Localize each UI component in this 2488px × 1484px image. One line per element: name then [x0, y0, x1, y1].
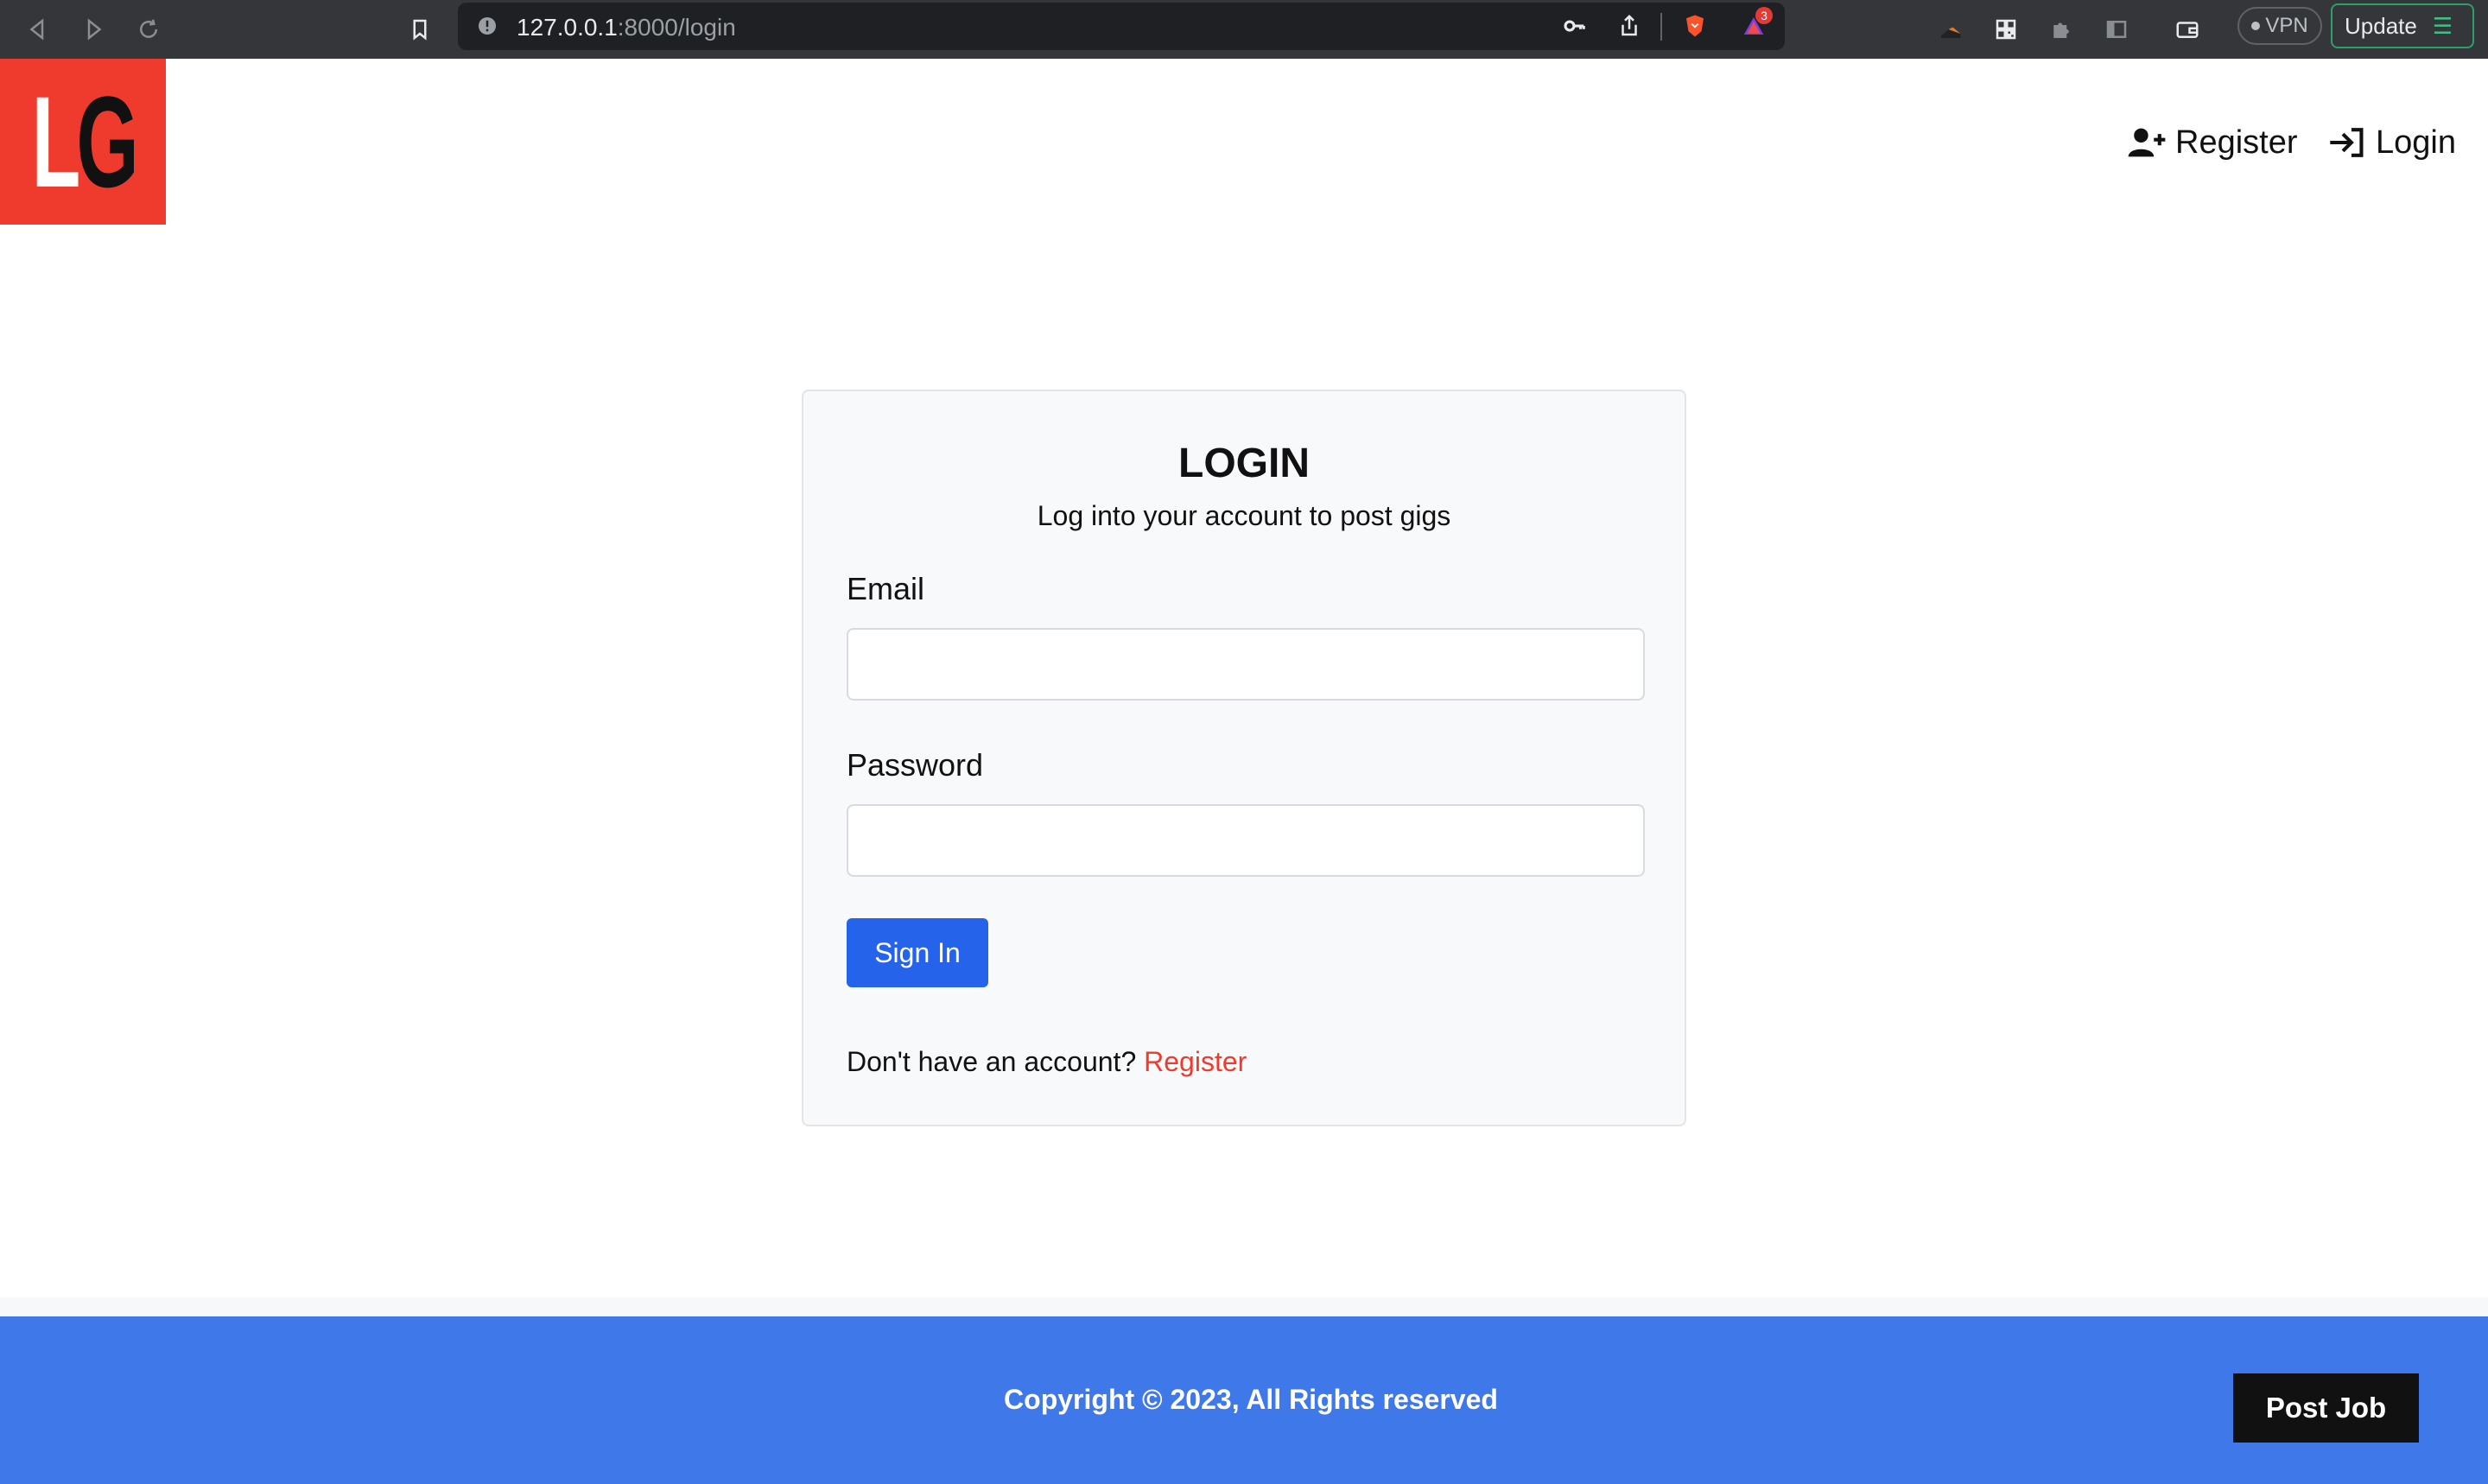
toolbar-divider — [1660, 13, 1662, 41]
register-prompt-text: Don't have an account? — [847, 1046, 1137, 1077]
extension-icon[interactable] — [1933, 12, 1968, 47]
sign-in-button[interactable]: Sign In — [847, 918, 988, 987]
logo-letter-g: G — [76, 69, 138, 214]
address-bar[interactable]: 127.0.0.1:8000/login 3 — [458, 3, 1785, 50]
footer-divider — [0, 1297, 2488, 1316]
key-icon[interactable] — [1557, 9, 1591, 43]
password-field[interactable] — [847, 804, 1645, 877]
login-subtitle: Log into your account to post gigs — [1037, 500, 1451, 531]
brave-shield-icon[interactable] — [1678, 9, 1712, 43]
site-info-icon[interactable] — [470, 9, 505, 43]
email-field[interactable] — [847, 628, 1645, 701]
forward-icon[interactable] — [76, 12, 111, 47]
nav-register-link[interactable]: Register — [2127, 121, 2298, 164]
logo-text: LG — [31, 77, 138, 206]
menu-icon: ☰ — [2432, 12, 2453, 39]
reload-icon[interactable] — [131, 12, 166, 47]
vpn-status-dot — [2251, 22, 2261, 30]
wallet-icon[interactable] — [2170, 12, 2205, 47]
login-card: LOGIN Log into your account to post gigs… — [802, 390, 1686, 1126]
password-label: Password — [847, 747, 984, 783]
share-icon[interactable] — [1612, 9, 1647, 43]
nav-login-label: Login — [2376, 124, 2456, 161]
url-text: 127.0.0.1:8000/login — [517, 14, 736, 41]
user-plus-icon — [2128, 128, 2166, 157]
sign-in-icon — [2330, 128, 2364, 157]
site-footer: Copyright © 2023, All Rights reserved Po… — [0, 1316, 2488, 1484]
nav-login-link[interactable]: Login — [2327, 121, 2456, 164]
email-label: Email — [847, 571, 925, 606]
copyright-text: Copyright © 2023, All Rights reserved — [1004, 1384, 1498, 1415]
nav-register-label: Register — [2175, 124, 2298, 161]
puzzle-icon[interactable] — [2044, 12, 2079, 47]
url-path: :8000/login — [617, 14, 736, 41]
register-link[interactable]: Register — [1144, 1046, 1247, 1077]
browser-toolbar: 127.0.0.1:8000/login 3 VPN Update ☰ — [0, 0, 2488, 59]
site-logo[interactable]: LG — [0, 59, 166, 225]
sidebar-icon[interactable] — [2099, 12, 2134, 47]
back-icon[interactable] — [21, 12, 55, 47]
update-button[interactable]: Update ☰ — [2331, 3, 2474, 48]
vpn-label: VPN — [2265, 14, 2308, 37]
post-job-button[interactable]: Post Job — [2233, 1373, 2419, 1443]
notification-badge: 3 — [1755, 7, 1773, 24]
brave-rewards-icon[interactable]: 3 — [1736, 7, 1773, 43]
bookmark-icon[interactable] — [403, 12, 437, 47]
login-title: LOGIN — [1178, 441, 1310, 486]
register-prompt: Don't have an account? Register — [847, 1046, 1247, 1078]
update-label: Update — [2345, 12, 2417, 39]
vpn-button[interactable]: VPN — [2237, 7, 2322, 45]
qr-code-icon[interactable] — [1989, 12, 2023, 47]
url-host: 127.0.0.1 — [517, 14, 618, 41]
logo-letter-l: L — [31, 69, 80, 214]
